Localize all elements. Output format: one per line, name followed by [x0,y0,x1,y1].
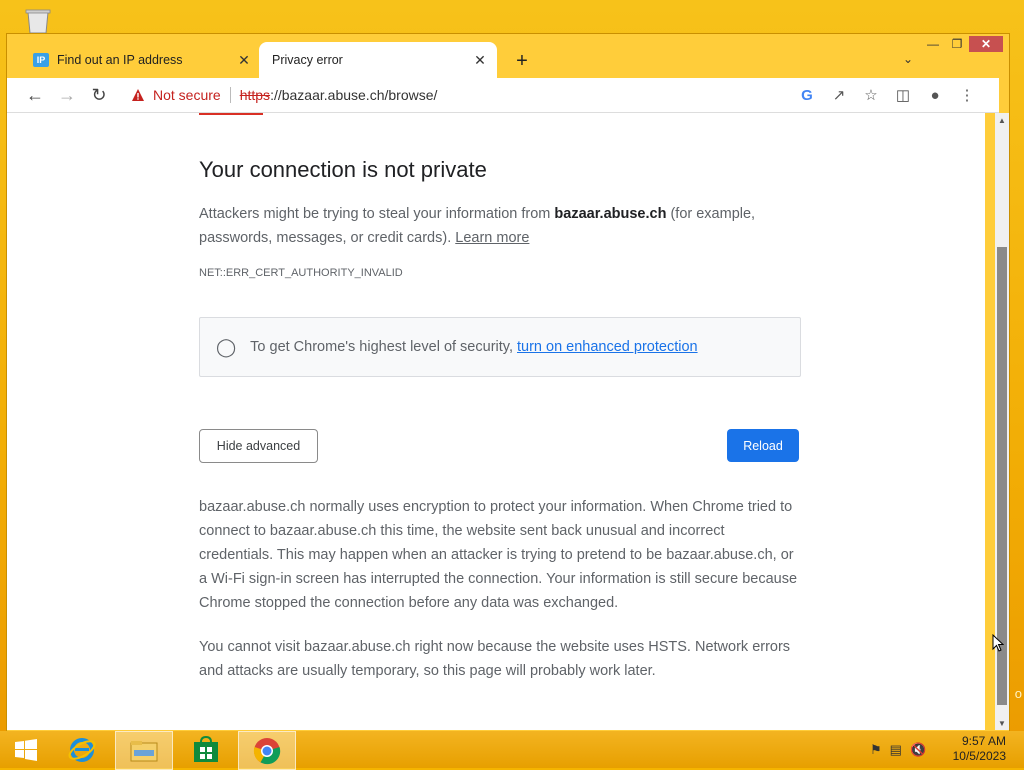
system-tray: ⚑ ▤ 🔇 [870,742,926,758]
recycle-bin-icon[interactable] [22,8,54,34]
store-icon [194,735,218,762]
windows-logo-icon [15,738,37,761]
enhanced-protection-link[interactable]: turn on enhanced protection [517,339,698,355]
internet-explorer-icon [68,737,96,762]
store-taskbar-button[interactable] [184,731,228,768]
ip-favicon-icon: IP [33,53,49,67]
share-icon[interactable]: ↗ [823,86,855,104]
page-content: Your connection is not private Attackers… [7,113,985,730]
tab-strip: IP Find out an IP address ✕ Privacy erro… [7,42,1009,78]
tip-text: To get Chrome's highest level of securit… [250,339,513,355]
hsts-paragraph: You cannot visit bazaar.abuse.ch right n… [199,639,791,679]
folder-icon [130,740,158,761]
chrome-taskbar-button[interactable] [238,731,296,770]
browser-window: — ❐ ✕ IP Find out an IP address ✕ Privac… [6,33,1010,732]
google-icon[interactable]: G [791,87,823,104]
intro-text: Attackers might be trying to steal your … [199,202,799,250]
enhanced-protection-tip: ◯ To get Chrome's highest level of secur… [199,317,801,377]
start-button[interactable] [6,731,46,768]
clock[interactable]: 9:57 AM 10/5/2023 [953,734,1006,764]
learn-more-link[interactable]: Learn more [455,230,529,246]
reload-icon: ↻ [91,84,107,105]
clock-time: 9:57 AM [961,734,1006,748]
tab-title: Find out an IP address [57,53,183,67]
intro-host: bazaar.abuse.ch [554,206,667,222]
advanced-details-paragraph: bazaar.abuse.ch normally uses encryption… [199,499,798,611]
divider [229,87,231,103]
tab-close-icon[interactable]: ✕ [469,52,491,69]
menu-icon[interactable]: ⋮ [951,86,983,104]
tab-close-icon[interactable]: ✕ [233,52,255,69]
tab-search-button[interactable]: ⌄ [903,52,913,66]
new-tab-button[interactable]: + [512,50,532,73]
tab-title: Privacy error [272,53,343,67]
lightbulb-icon: ◯ [216,336,237,357]
star-icon[interactable]: ☆ [855,86,887,104]
internet-explorer-taskbar-button[interactable] [60,731,104,768]
mouse-cursor-icon [992,634,1004,652]
forward-icon: → [58,84,76,105]
hide-advanced-button[interactable]: Hide advanced [199,429,318,463]
reload-button[interactable]: ↻ [83,79,115,111]
error-accent-line [199,113,263,115]
toolbar: ← → ↻ Not secure https://bazaar.abuse.ch… [7,78,999,113]
side-panel-icon[interactable]: ◫ [887,86,919,104]
file-explorer-taskbar-button[interactable] [115,731,173,770]
omnibox-actions: G ↗ ☆ ◫ ● ⋮ [791,81,983,109]
address-bar[interactable]: Not secure https://bazaar.abuse.ch/brows… [125,81,983,109]
desktop-partial-text: o [1014,686,1022,701]
chrome-icon [253,737,281,764]
forward-button[interactable]: → [51,79,83,111]
profile-icon[interactable]: ● [919,87,951,104]
tab-find-ip[interactable]: IP Find out an IP address ✕ [21,42,261,78]
error-code: NET::ERR_CERT_AUTHORITY_INVALID [199,267,403,279]
back-button[interactable]: ← [19,79,51,111]
flag-icon[interactable]: ⚑ [870,742,882,758]
taskbar: ⚑ ▤ 🔇 9:57 AM 10/5/2023 [0,731,1024,770]
reload-page-button[interactable]: Reload [727,429,799,462]
intro-text-part: Attackers might be trying to steal your … [199,206,555,222]
tab-privacy-error[interactable]: Privacy error ✕ [259,42,497,78]
warning-icon[interactable] [131,88,145,102]
url-scheme: https [239,87,271,103]
scroll-down-icon[interactable]: ▼ [995,719,1009,728]
security-status[interactable]: Not secure [153,87,221,103]
back-icon: ← [26,84,44,105]
volume-muted-icon[interactable]: 🔇 [910,742,926,758]
url-text: ://bazaar.abuse.ch/browse/ [270,87,438,103]
scroll-up-icon[interactable]: ▲ [995,116,1009,125]
clock-date: 10/5/2023 [952,749,1006,763]
page-title: Your connection is not private [199,157,487,182]
network-icon[interactable]: ▤ [890,742,902,758]
